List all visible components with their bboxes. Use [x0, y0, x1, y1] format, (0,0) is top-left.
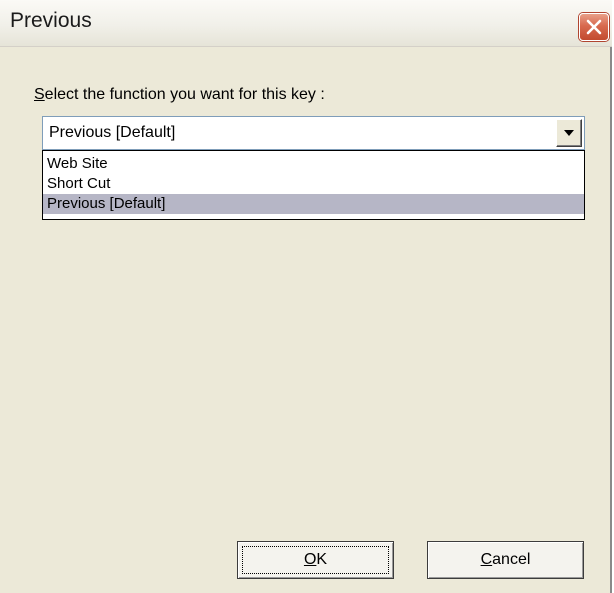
- close-icon: [586, 19, 602, 35]
- function-prompt-label: Select the function you want for this ke…: [34, 86, 325, 104]
- prompt-mnemonic: S: [34, 86, 45, 103]
- chevron-down-icon: [564, 130, 574, 136]
- option-previous-default[interactable]: Previous [Default]: [43, 194, 584, 214]
- title-bar[interactable]: Previous: [0, 0, 612, 47]
- window-title: Previous: [10, 9, 92, 32]
- close-button[interactable]: [579, 13, 609, 41]
- function-options-list: Web Site Short Cut Previous [Default]: [42, 150, 585, 220]
- option-short-cut[interactable]: Short Cut: [43, 174, 584, 194]
- prompt-text: elect the function you want for this key…: [44, 86, 325, 103]
- dropdown-toggle-button[interactable]: [556, 119, 582, 147]
- dialog-window: Previous Select the function you want fo…: [0, 0, 612, 593]
- focus-rectangle: [242, 546, 389, 574]
- cancel-mnemonic: C: [480, 551, 493, 568]
- function-select[interactable]: Previous [Default]: [42, 116, 585, 150]
- option-web-site[interactable]: Web Site: [43, 154, 584, 174]
- function-select-value: Previous [Default]: [49, 124, 176, 141]
- ok-button[interactable]: OK: [237, 541, 394, 579]
- cancel-button[interactable]: Cancel: [427, 541, 584, 579]
- cancel-label: ancel: [492, 551, 531, 568]
